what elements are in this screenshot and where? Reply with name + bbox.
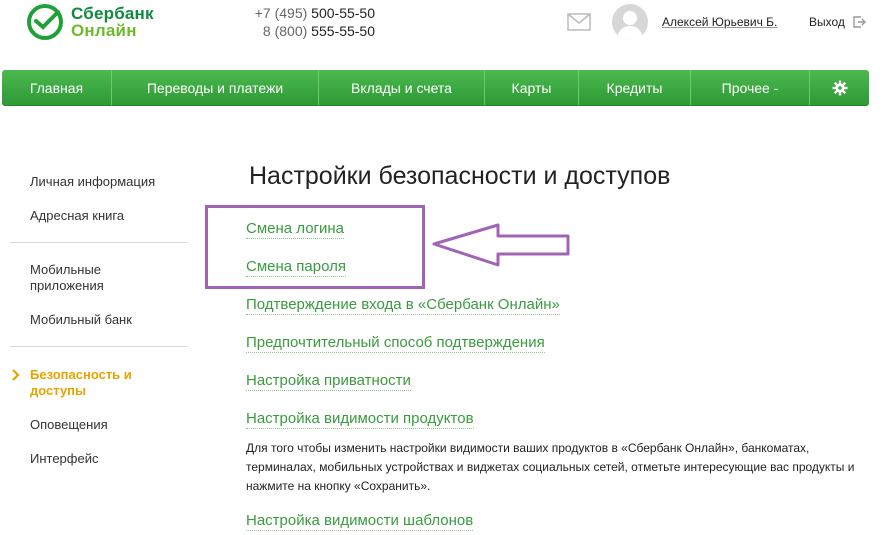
main-nav: Главная Переводы и платежи Вклады и счет… — [2, 70, 869, 106]
sidebar-divider — [10, 346, 187, 347]
gear-icon — [832, 80, 847, 95]
phone1-prefix: +7 (495) — [254, 5, 312, 21]
sidebar-item-mobile-bank[interactable]: Мобильный банк — [10, 312, 187, 328]
sberbank-logo-icon — [27, 4, 63, 40]
sidebar-item-label: Безопасность и доступы — [30, 367, 132, 398]
sidebar-divider — [10, 242, 187, 243]
nav-item-credits[interactable]: Кредиты — [579, 70, 691, 105]
contact-phones: +7 (495) 500-55-50 8 (800) 555-55-50 — [248, 4, 375, 40]
product-visibility-help: Для того чтобы изменить настройки видимо… — [246, 441, 855, 493]
link-template-visibility[interactable]: Настройка видимости шаблонов — [246, 512, 474, 531]
settings-sidebar: Личная информация Адресная книга Мобильн… — [10, 170, 187, 467]
phone2-number: 555-55-50 — [311, 23, 375, 39]
link-preferred-confirmation[interactable]: Предпочтительный способ подтверждения — [246, 334, 545, 353]
nav-item-transfers[interactable]: Переводы и платежи — [112, 70, 319, 105]
user-icon — [617, 11, 643, 40]
logout-link[interactable]: Выход — [809, 15, 845, 29]
sidebar-item-security[interactable]: Безопасность и доступы — [10, 367, 150, 399]
logout-icon[interactable] — [852, 15, 866, 29]
nav-settings-button[interactable] — [810, 70, 869, 105]
nav-item-cards[interactable]: Карты — [485, 70, 579, 105]
chevron-right-icon — [12, 369, 20, 381]
link-privacy-settings[interactable]: Настройка приватности — [246, 372, 411, 391]
sidebar-item-notifications[interactable]: Оповещения — [10, 417, 187, 433]
logo-title: Сбербанк — [71, 4, 154, 23]
link-login-confirmation[interactable]: Подтверждение входа в «Сбербанк Онлайн» — [246, 296, 560, 315]
annotation-highlight-box — [205, 205, 425, 289]
avatar[interactable] — [612, 4, 648, 40]
user-name-link[interactable]: Алексей Юрьевич Б. — [662, 15, 777, 29]
phone2-prefix: 8 (800) — [262, 23, 312, 39]
nav-item-deposits[interactable]: Вклады и счета — [319, 70, 485, 105]
annotation-arrow-icon — [432, 223, 570, 267]
logo-subtitle: Онлайн — [71, 21, 137, 40]
sberbank-logo[interactable]: Сбербанк Онлайн — [27, 4, 154, 40]
sidebar-item-personal-info[interactable]: Личная информация — [10, 174, 187, 190]
nav-item-home[interactable]: Главная — [2, 70, 112, 105]
sidebar-item-address-book[interactable]: Адресная книга — [10, 208, 187, 224]
page-title: Настройки безопасности и доступов — [249, 162, 671, 190]
link-product-visibility[interactable]: Настройка видимости продуктов — [246, 410, 474, 429]
mail-icon[interactable] — [567, 13, 591, 31]
sidebar-item-interface[interactable]: Интерфейс — [10, 451, 187, 467]
sidebar-item-mobile-apps[interactable]: Мобильные приложения — [10, 262, 120, 294]
nav-item-other[interactable]: Прочее - — [691, 70, 810, 105]
phone1-number: 500-55-50 — [311, 5, 375, 21]
